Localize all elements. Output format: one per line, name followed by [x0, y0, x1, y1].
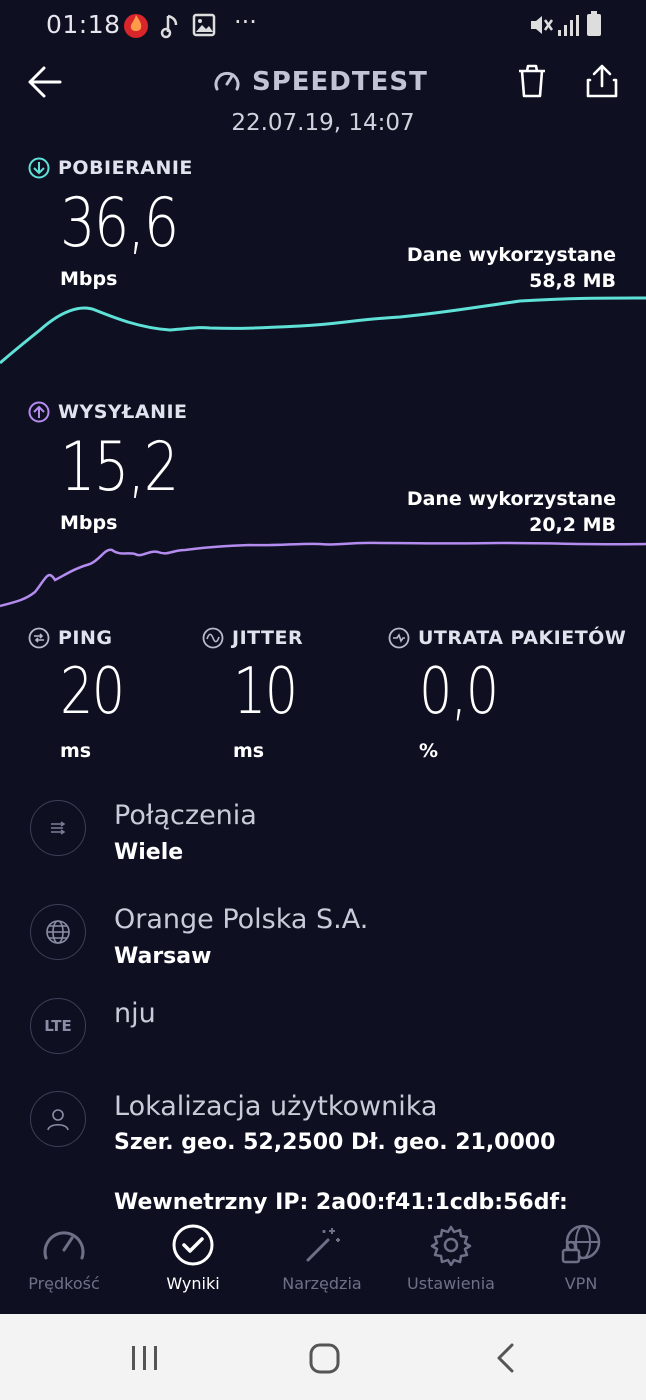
packet-loss-value: 0,0	[419, 655, 499, 729]
location-coordinates: Szer. geo. 52,2500 Dł. geo. 21,0000	[114, 1130, 556, 1155]
nav-results[interactable]: Wyniki	[138, 1222, 248, 1293]
battery-icon	[587, 11, 601, 36]
download-arrow-icon	[28, 157, 50, 179]
provider-location: Warsaw	[114, 944, 212, 969]
packet-loss-unit: %	[419, 740, 439, 762]
bottom-navigation: Prędkość Wyniki Narzędzia Ustawienia VPN	[0, 1222, 646, 1314]
music-note-icon	[160, 14, 178, 39]
magic-wand-icon	[306, 1228, 340, 1262]
jitter-icon	[202, 627, 224, 649]
provider-title: Orange Polska S.A.	[114, 904, 369, 935]
home-button[interactable]	[308, 1342, 342, 1376]
page-title: SPEEDTEST	[212, 62, 428, 102]
upload-graph	[0, 541, 646, 608]
upload-arrow-icon	[28, 401, 50, 423]
ping-unit: ms	[60, 740, 92, 762]
test-date: 22.07.19, 14:07	[231, 110, 415, 136]
system-back-button[interactable]	[494, 1342, 518, 1376]
image-icon	[192, 13, 216, 37]
more-notifications-icon: ···	[234, 8, 257, 36]
globe-icon	[30, 904, 86, 960]
delete-button[interactable]	[512, 62, 552, 102]
mute-icon	[531, 16, 554, 34]
nav-settings[interactable]: Ustawienia	[396, 1222, 506, 1293]
upload-value: 15,2	[60, 428, 179, 507]
status-time: 01:18	[46, 10, 121, 39]
download-unit: Mbps	[60, 268, 118, 290]
ping-value: 20	[60, 655, 125, 729]
internal-ip: Wewnetrzny IP: 2a00:f41:1cdb:56df:	[114, 1190, 568, 1215]
ping-icon	[28, 627, 50, 649]
nav-tools[interactable]: Narzędzia	[267, 1222, 377, 1293]
recent-apps-button[interactable]	[130, 1344, 160, 1372]
jitter-label: JITTER	[202, 627, 303, 649]
jitter-value: 10	[233, 655, 298, 729]
location-title: Lokalizacja użytkownika	[114, 1091, 438, 1122]
share-button[interactable]	[582, 62, 622, 102]
gear-icon	[430, 1225, 472, 1267]
download-value: 36,6	[60, 184, 179, 263]
packet-loss-icon	[388, 627, 410, 649]
download-label: POBIERANIE	[28, 157, 193, 179]
nav-speed[interactable]: Prędkość	[9, 1222, 119, 1293]
back-button[interactable]	[24, 62, 64, 102]
ping-label: PING	[28, 627, 113, 649]
system-navigation-bar	[0, 1314, 646, 1400]
check-circle-icon	[172, 1224, 214, 1266]
speedtest-gauge-icon	[214, 71, 240, 91]
upload-label: WYSYŁANIE	[28, 401, 188, 423]
signal-icon	[558, 15, 579, 36]
vpn-globe-lock-icon	[561, 1224, 601, 1264]
connections-icon	[30, 800, 86, 856]
jitter-unit: ms	[233, 740, 265, 762]
user-icon	[30, 1091, 86, 1147]
flame-notification-icon	[124, 14, 148, 38]
packet-loss-label: UTRATA PAKIETÓW	[388, 627, 626, 649]
lte-icon: LTE	[30, 998, 86, 1054]
nav-vpn[interactable]: VPN	[526, 1222, 636, 1293]
connections-title: Połączenia	[114, 800, 257, 831]
download-data-used: Dane wykorzystane 58,8 MB	[406, 244, 616, 292]
speed-gauge-icon	[43, 1231, 85, 1260]
download-graph	[0, 296, 646, 365]
title-text: SPEEDTEST	[252, 67, 428, 97]
carrier-title: nju	[114, 998, 156, 1029]
connections-value: Wiele	[114, 840, 184, 865]
